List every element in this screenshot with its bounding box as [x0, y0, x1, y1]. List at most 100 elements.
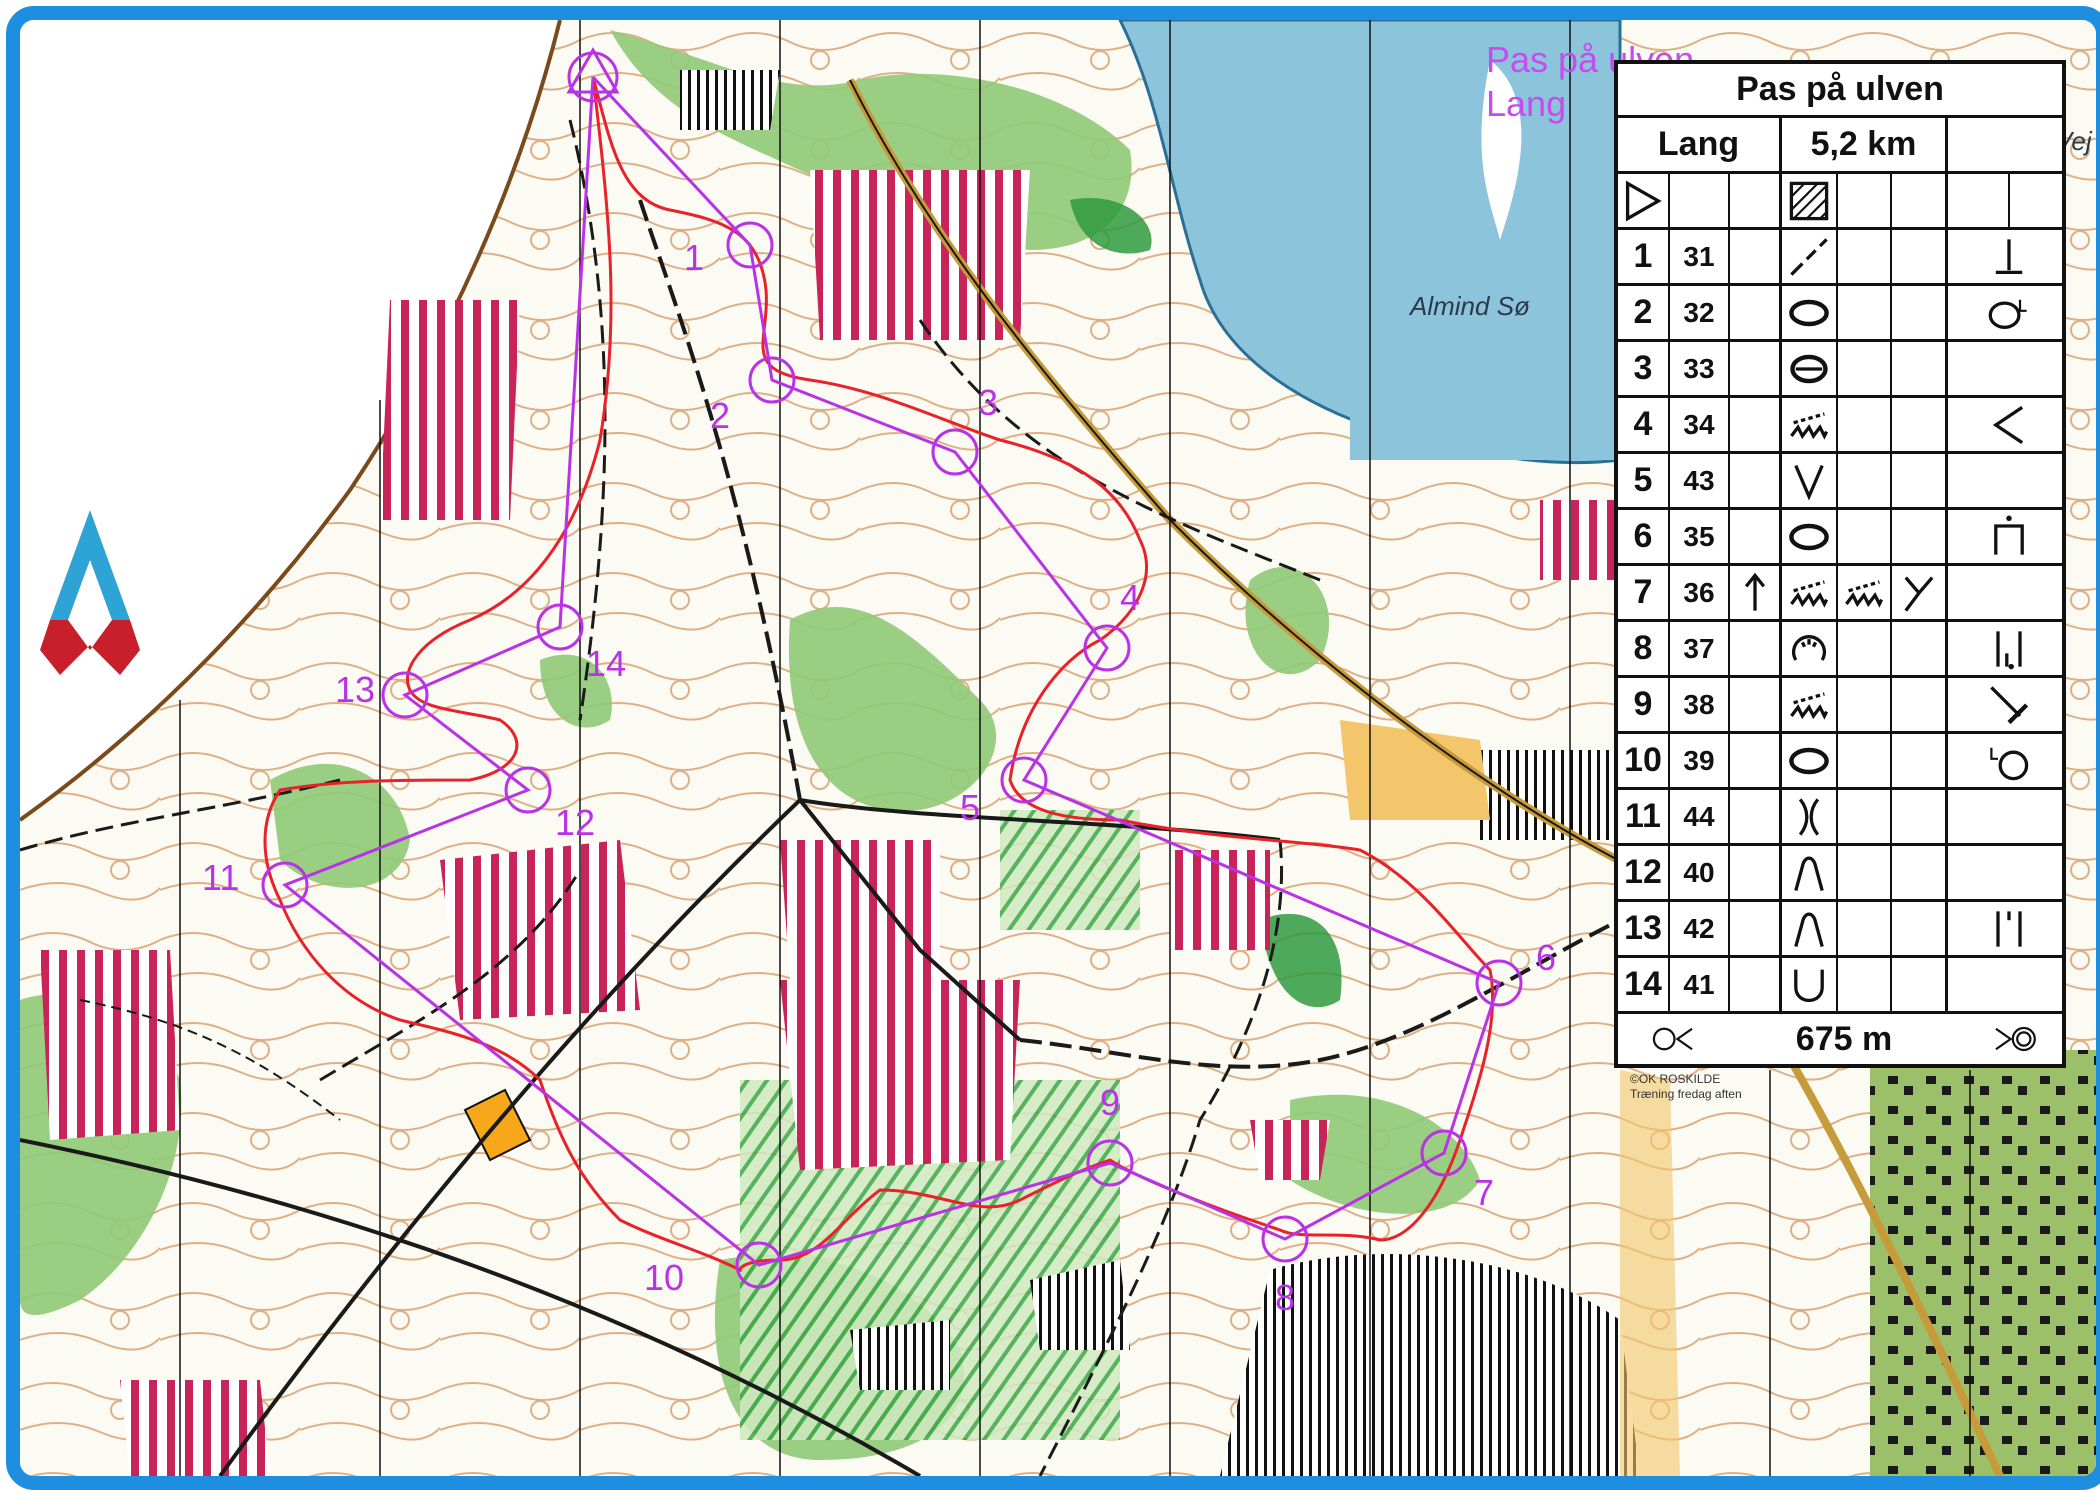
- control-row-appearance: [1892, 510, 1948, 563]
- control-number-2: 2: [710, 395, 730, 436]
- start-dir-blank: [1730, 174, 1782, 227]
- between-icon: [1948, 622, 2070, 675]
- foot-icon: [1948, 230, 2070, 283]
- control-row-appearance: [1892, 958, 1948, 1011]
- control-row-feature2: [1838, 230, 1892, 283]
- control-row-appearance: [1892, 678, 1948, 731]
- control-row-appearance: [1892, 398, 1948, 451]
- control-row-position: [1948, 566, 2070, 619]
- depression-icon: [1782, 286, 1838, 339]
- control-number-5: 5: [960, 787, 980, 828]
- control-row-feature2: [1838, 622, 1892, 675]
- control-row-direction: [1730, 230, 1782, 283]
- control-row-number: 1: [1618, 230, 1670, 283]
- desc-control-row: 14 41: [1618, 958, 2062, 1014]
- fence-dashed-icon: [1782, 230, 1838, 283]
- desc-start-row: [1618, 174, 2062, 230]
- desc-title: Pas på ulven: [1736, 70, 1944, 108]
- pit-group-icon: [1782, 622, 1838, 675]
- control-row-code: 36: [1670, 566, 1730, 619]
- ruined-wall-icon: [1782, 678, 1838, 731]
- control-number-12: 12: [555, 802, 595, 843]
- control-number-1: 1: [684, 237, 704, 278]
- end-icon: [1948, 678, 2070, 731]
- control-row-feature2: [1838, 902, 1892, 955]
- control-row-position: [1948, 790, 2070, 843]
- between-lines-icon: [1948, 902, 2070, 955]
- desc-length: 5,2 km: [1782, 118, 1948, 171]
- control-row-direction: [1730, 398, 1782, 451]
- control-number-7: 7: [1474, 1172, 1494, 1213]
- control-row-position: [1948, 342, 2070, 395]
- control-row-number: 14: [1618, 958, 1670, 1011]
- start-blank-3: [1892, 174, 1948, 227]
- desc-control-row: 2 32: [1618, 286, 2062, 342]
- top-icon: [1948, 510, 2070, 563]
- control-row-feature2: [1838, 454, 1892, 507]
- control-row-feature2: [1838, 678, 1892, 731]
- control-row-code: 37: [1670, 622, 1730, 675]
- control-row-feature2: [1838, 734, 1892, 787]
- control-row-number: 13: [1618, 902, 1670, 955]
- credit-line-1: ©OK ROSKILDE: [1630, 1072, 1720, 1086]
- control-row-code: 43: [1670, 454, 1730, 507]
- control-row-code: 40: [1670, 846, 1730, 899]
- depression-icon: [1782, 510, 1838, 563]
- desc-class-row: Lang 5,2 km: [1618, 118, 2062, 174]
- control-row-number: 8: [1618, 622, 1670, 675]
- control-row-appearance: [1892, 790, 1948, 843]
- desc-control-row: 4 34: [1618, 398, 2062, 454]
- desc-control-row: 8 37: [1618, 622, 2062, 678]
- control-row-feature2: [1838, 958, 1892, 1011]
- control-row-feature2: [1838, 286, 1892, 339]
- control-row-appearance: [1892, 734, 1948, 787]
- control-number-6: 6: [1536, 937, 1556, 978]
- lake-label: Almind Sø: [1408, 291, 1530, 321]
- control-row-code: 41: [1670, 958, 1730, 1011]
- control-row-code: 33: [1670, 342, 1730, 395]
- ruined-wall-icon: [1838, 566, 1892, 619]
- desc-control-row: 10 39: [1618, 734, 2062, 790]
- lake-south: [1350, 340, 1650, 460]
- control-row-direction: [1730, 286, 1782, 339]
- control-description-sheet: Pas på ulven Lang 5,2 km 1 3 1 2 32 3 33 4 34 5 43…: [1614, 60, 2066, 1068]
- control-row-number: 6: [1618, 510, 1670, 563]
- control-row-code: 34: [1670, 398, 1730, 451]
- start-blank-4: [1948, 174, 2010, 227]
- control-row-appearance: [1892, 454, 1948, 507]
- control-row-number: 3: [1618, 342, 1670, 395]
- control-row-position: [1948, 846, 2070, 899]
- control-row-feature2: [1838, 398, 1892, 451]
- control-number-14: 14: [586, 643, 626, 684]
- control-row-code: 35: [1670, 510, 1730, 563]
- control-row-number: 7: [1618, 566, 1670, 619]
- control-number-4: 4: [1120, 577, 1140, 618]
- control-number-3: 3: [978, 382, 998, 423]
- control-number-13: 13: [335, 669, 375, 710]
- control-row-appearance: [1892, 286, 1948, 339]
- open-land-2: [1620, 1070, 1680, 1476]
- control-row-appearance: [1892, 902, 1948, 955]
- control-row-feature2: [1838, 510, 1892, 563]
- depression-icon: [1782, 734, 1838, 787]
- control-row-code: 44: [1670, 790, 1730, 843]
- control-row-appearance: [1892, 846, 1948, 899]
- re-entrant-u-icon: [1782, 958, 1838, 1011]
- control-row-direction: [1730, 510, 1782, 563]
- desc-control-row: 5 43: [1618, 454, 2062, 510]
- start-blank-5: [2010, 174, 2070, 227]
- control-number-8: 8: [1275, 1277, 1295, 1318]
- east-part-icon: [1948, 734, 2070, 787]
- control-row-direction: [1730, 734, 1782, 787]
- control-row-position: [1948, 958, 2070, 1011]
- control-row-appearance: [1892, 342, 1948, 395]
- start-feature-icon: [1782, 174, 1838, 227]
- residential-area: [1870, 1050, 2096, 1476]
- control-row-number: 10: [1618, 734, 1670, 787]
- map-frame: 1 2 3 4 5 6 7 8 9 10 11 12 13 14 Pas på …: [6, 6, 2100, 1490]
- desc-control-row: 6 35: [1618, 510, 2062, 566]
- ruined-wall-icon: [1782, 398, 1838, 451]
- small-depression-icon: [1782, 342, 1838, 395]
- up-arrow-icon: [1730, 566, 1782, 619]
- control-row-direction: [1730, 790, 1782, 843]
